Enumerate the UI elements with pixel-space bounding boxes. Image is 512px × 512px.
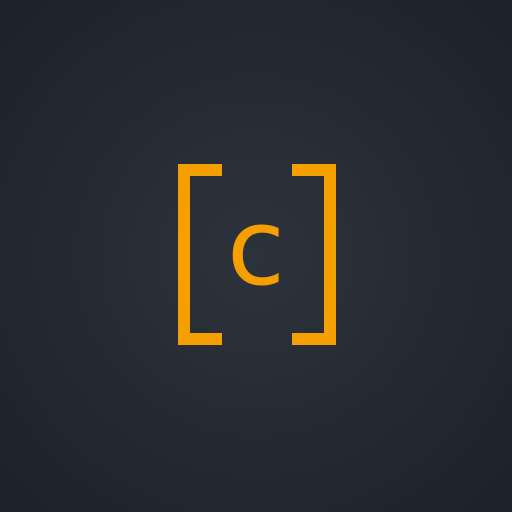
logo-letter: c: [226, 186, 286, 309]
